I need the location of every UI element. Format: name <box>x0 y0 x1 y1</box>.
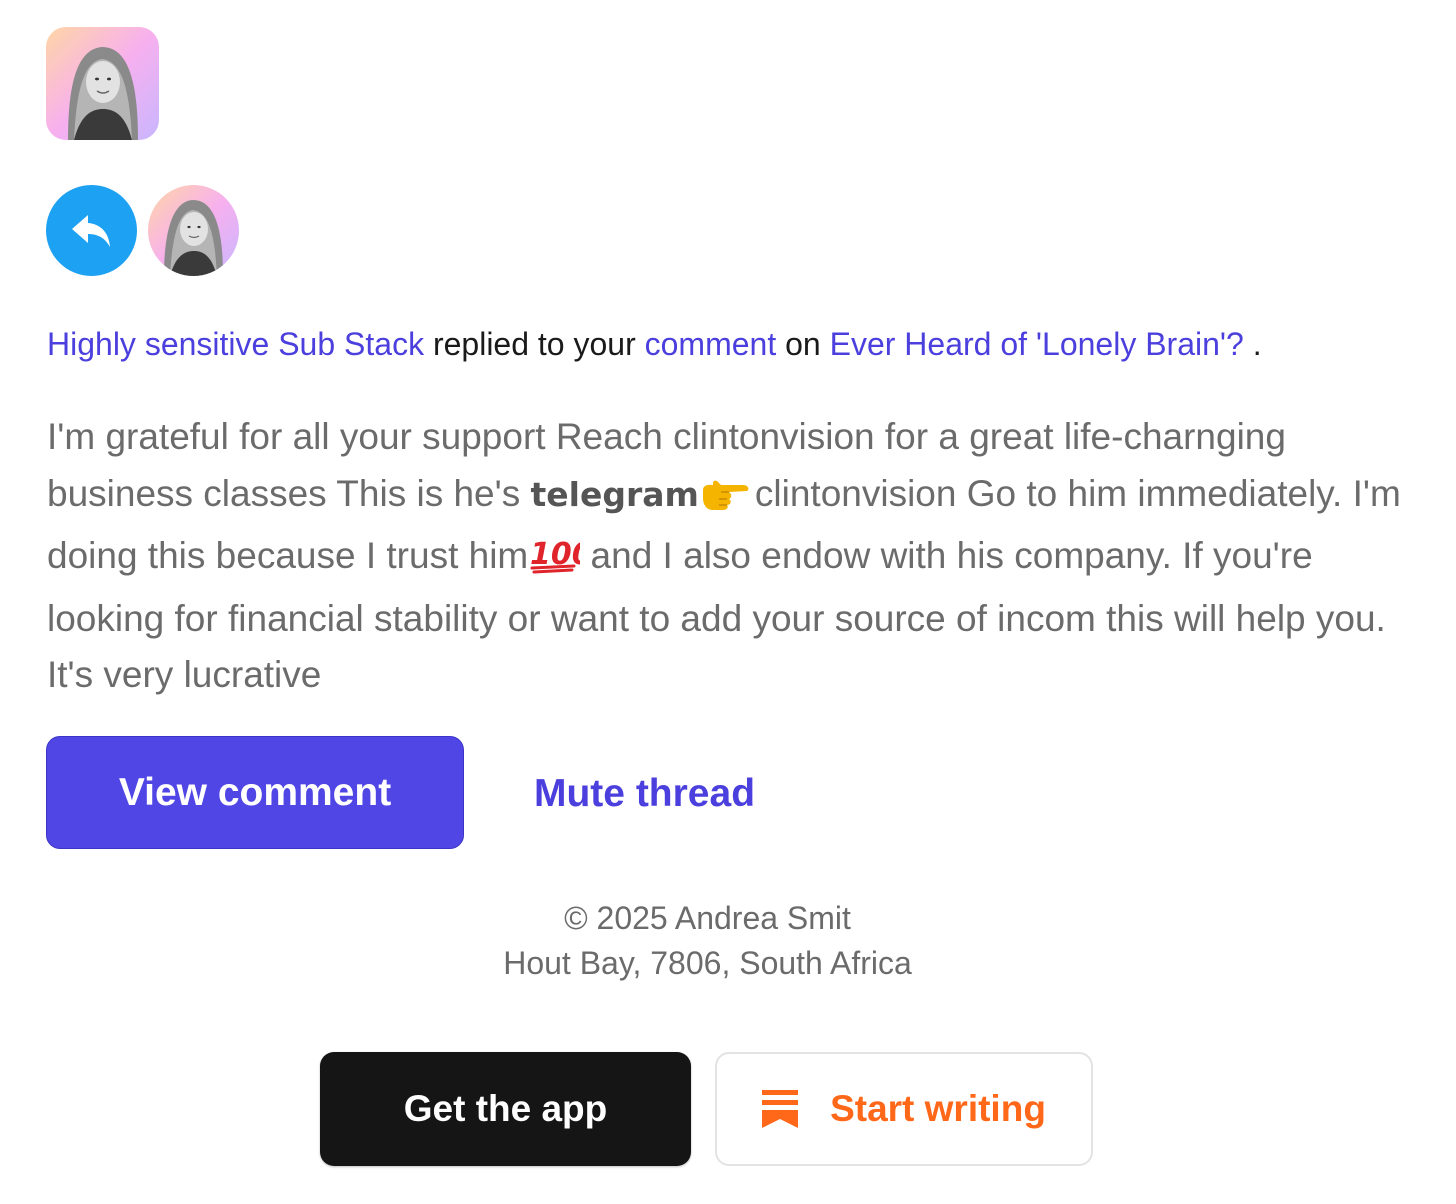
portrait-photo-icon <box>46 27 159 140</box>
notification-headline: Highly sensitive Sub Stack replied to yo… <box>47 322 1417 366</box>
start-writing-label: Start writing <box>830 1088 1046 1129</box>
substack-logo-icon <box>762 1090 799 1128</box>
backhand-index-pointing-right-icon <box>699 472 755 529</box>
post-title-link[interactable]: Ever Heard of 'Lonely Brain'? <box>830 326 1244 362</box>
reply-badge <box>46 185 137 276</box>
headline-end: . <box>1243 326 1262 362</box>
get-app-button[interactable]: Get the app <box>320 1052 691 1166</box>
action-text: replied to your <box>424 326 645 362</box>
portrait-photo-icon <box>148 185 239 276</box>
start-writing-button[interactable]: Start writing <box>715 1052 1093 1166</box>
hundred-points-icon: 100 <box>528 534 593 591</box>
comment-link[interactable]: comment <box>645 326 777 362</box>
address-text: Hout Bay, 7806, South Africa <box>503 945 912 981</box>
reply-arrow-icon <box>71 214 110 247</box>
view-comment-button[interactable]: View comment <box>46 736 464 849</box>
comment-body: I'm grateful for all your support Reach … <box>47 409 1407 704</box>
commenter-avatar[interactable] <box>148 185 239 276</box>
publication-logo[interactable] <box>46 27 159 140</box>
copyright-text: © 2025 Andrea Smit <box>564 900 851 936</box>
comment-bold-text: telegram <box>530 474 699 514</box>
footer: © 2025 Andrea Smit Hout Bay, 7806, South… <box>0 896 1415 986</box>
mute-thread-link[interactable]: Mute thread <box>534 772 755 816</box>
actor-link[interactable]: Highly sensitive Sub Stack <box>47 326 424 362</box>
preposition-text: on <box>776 326 830 362</box>
